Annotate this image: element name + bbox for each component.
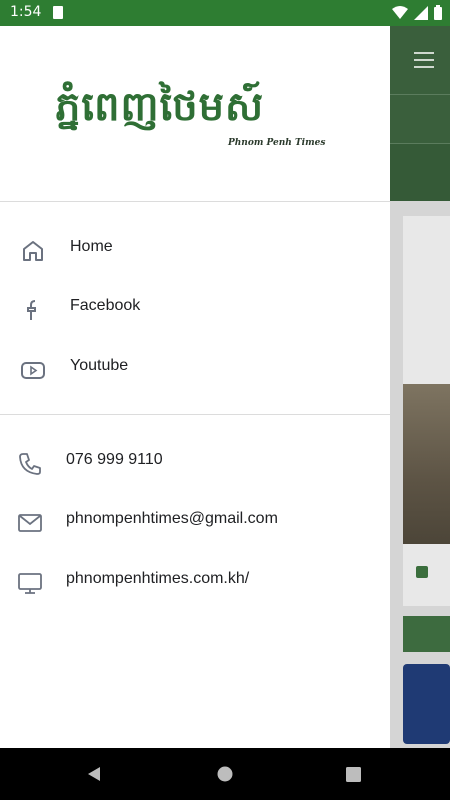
battery-icon <box>434 5 442 20</box>
facebook-icon <box>27 300 36 320</box>
status-bar: 1:54 <box>0 0 450 26</box>
home-icon <box>23 241 43 261</box>
system-navigation-bar <box>0 748 450 800</box>
divider <box>0 201 390 202</box>
hamburger-menu-icon <box>414 52 434 73</box>
wifi-icon <box>392 5 408 19</box>
recents-icon[interactable] <box>346 767 361 782</box>
back-icon[interactable] <box>86 766 102 782</box>
contact-email[interactable]: phnompenhtimes@gmail.com <box>0 494 390 550</box>
background-card-image <box>403 664 450 744</box>
home-button-icon[interactable] <box>217 766 233 782</box>
contact-website-label: phnompenhtimes.com.kh/ <box>66 570 250 587</box>
monitor-icon <box>18 573 42 594</box>
logo-english-text: Phnom Penh Times <box>228 138 326 148</box>
contact-phone[interactable]: 076 999 9110 <box>0 435 390 491</box>
status-icons <box>392 5 442 20</box>
contact-phone-label: 076 999 9110 <box>66 451 163 468</box>
contact-website[interactable]: phnompenhtimes.com.kh/ <box>0 554 390 610</box>
nav-item-youtube[interactable]: Youtube <box>0 341 390 397</box>
divider <box>0 414 390 415</box>
logo-khmer-text: ភ្នំពេញថៃមស៍ <box>55 83 265 130</box>
background-app <box>390 26 450 748</box>
nav-item-home[interactable]: Home <box>0 222 390 278</box>
nav-item-label: Home <box>70 238 113 255</box>
navigation-drawer: ភ្នំពេញថៃមស៍ Phnom Penh Times Home Faceb… <box>0 26 390 748</box>
mail-icon <box>18 514 42 532</box>
youtube-icon <box>21 362 45 379</box>
calendar-icon <box>416 566 428 578</box>
contact-email-label: phnompenhtimes@gmail.com <box>66 510 278 527</box>
sim-card-icon <box>53 6 63 19</box>
background-card <box>403 616 450 652</box>
background-article-photo <box>403 384 450 544</box>
nav-item-label: Facebook <box>70 297 141 314</box>
status-time: 1:54 <box>10 4 42 20</box>
signal-icon <box>414 5 428 20</box>
nav-item-label: Youtube <box>70 357 129 374</box>
nav-item-facebook[interactable]: Facebook <box>0 281 390 337</box>
phone-icon <box>19 453 41 475</box>
logo: ភ្នំពេញថៃមស៍ Phnom Penh Times <box>0 26 390 201</box>
